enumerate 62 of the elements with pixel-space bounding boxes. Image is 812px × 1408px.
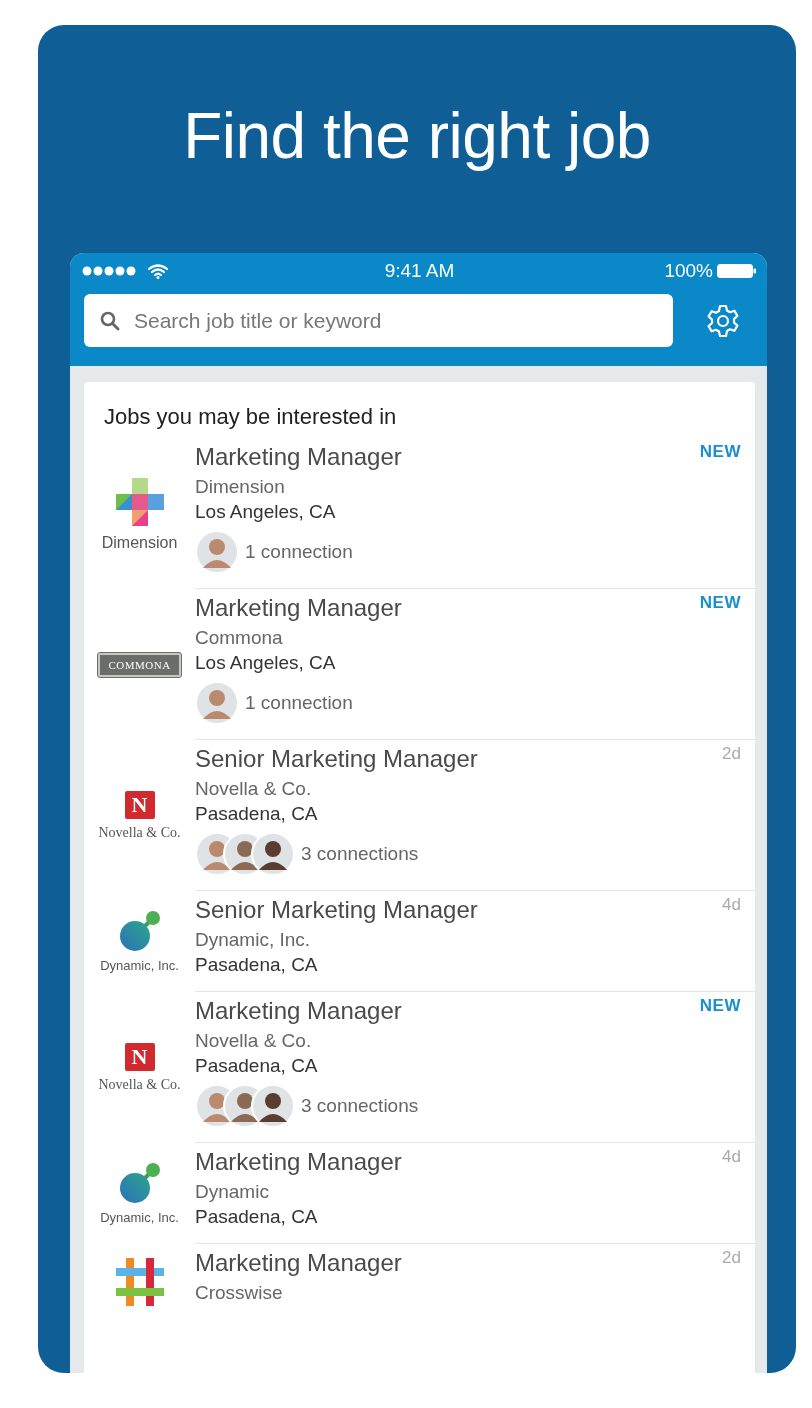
job-title: Senior Marketing Manager <box>195 744 478 774</box>
company-name: Novella & Co. <box>195 1029 313 1053</box>
job-tag: 2d <box>722 742 741 764</box>
job-list-item[interactable]: Dynamic, Inc. Senior Marketing Manager 4d Dynamic, Inc. Pasadena, CA <box>84 891 755 992</box>
job-list-item[interactable]: Marketing Manager 2d Crosswise <box>84 1244 755 1319</box>
job-location: Los Angeles, CA <box>195 500 337 524</box>
job-location: Pasadena, CA <box>195 802 319 826</box>
logo-text: Dimension <box>101 533 178 552</box>
battery-percent: 100% <box>664 260 713 282</box>
job-location: Pasadena, CA <box>195 1205 319 1229</box>
job-tag: 2d <box>722 1246 741 1268</box>
job-title: Marketing Manager <box>195 1248 402 1278</box>
connections-count: 3 connections <box>301 1095 419 1117</box>
search-icon <box>100 311 120 331</box>
logo-text: Novella & Co. <box>98 824 181 841</box>
job-tag: 4d <box>722 1145 741 1167</box>
job-title: Senior Marketing Manager <box>195 895 478 925</box>
section-title: Jobs you may be interested in <box>103 403 398 431</box>
job-location: Los Angeles, CA <box>195 651 337 675</box>
novella-logo: N <box>124 1042 155 1071</box>
search-field[interactable]: Search job title or keyword <box>84 294 673 347</box>
connections-count: 1 connection <box>245 692 353 714</box>
headline: Find the right job <box>183 99 651 174</box>
hash-logo-icon <box>113 1255 166 1308</box>
job-location: Pasadena, CA <box>195 1054 319 1078</box>
avatar <box>195 681 239 725</box>
commona-logo: COMMONA <box>98 652 181 677</box>
logo-text: Novella & Co. <box>98 1076 181 1093</box>
company-name: Crosswise <box>195 1281 284 1305</box>
job-title: Marketing Manager <box>195 442 402 472</box>
company-name: Novella & Co. <box>195 777 313 801</box>
logo-text: Dynamic, Inc. <box>100 958 179 973</box>
job-list-item[interactable]: Dimension Marketing Manager NEW Dimension Los Angeles, CA 1 connection <box>84 438 755 589</box>
job-tag: NEW <box>699 440 741 462</box>
job-list-item[interactable]: Dynamic, Inc. Marketing Manager 4d Dynamic Pasadena, CA <box>84 1143 755 1244</box>
battery-icon <box>717 264 757 278</box>
avatar <box>251 832 295 876</box>
job-list-item[interactable]: N Novella & Co. Marketing Manager NEW Novella & Co. Pasadena, CA 3 connections <box>84 992 755 1143</box>
signal-icon <box>82 266 138 276</box>
status-time: 9:41 AM <box>384 260 455 282</box>
company-name: Dynamic <box>195 1180 270 1204</box>
company-name: Commona <box>195 626 284 650</box>
connections-count: 1 connection <box>245 541 353 563</box>
job-title: Marketing Manager <box>195 996 402 1026</box>
job-location: Pasadena, CA <box>195 953 319 977</box>
connections-count: 3 connections <box>301 843 419 865</box>
settings-icon <box>705 302 741 339</box>
job-title: Marketing Manager <box>195 1147 402 1177</box>
dimension-logo-icon <box>113 475 166 528</box>
job-title: Marketing Manager <box>195 593 402 623</box>
logo-text: Dynamic, Inc. <box>100 1210 179 1225</box>
company-name: Dimension <box>195 475 286 499</box>
job-tag: 4d <box>722 893 741 915</box>
job-list-item[interactable]: N Novella & Co. Senior Marketing Manager 2d Novella & Co. Pasadena, CA 3 connections <box>84 740 755 891</box>
wifi-icon <box>148 263 168 279</box>
avatar <box>251 1084 295 1128</box>
job-tag: NEW <box>699 591 741 613</box>
novella-logo: N <box>124 790 155 819</box>
job-list-item[interactable]: COMMONA Marketing Manager NEW Commona Los Angeles, CA 1 connection <box>84 589 755 740</box>
company-name: Dynamic, Inc. <box>195 928 312 952</box>
job-tag: NEW <box>699 994 741 1016</box>
avatar <box>195 530 239 574</box>
